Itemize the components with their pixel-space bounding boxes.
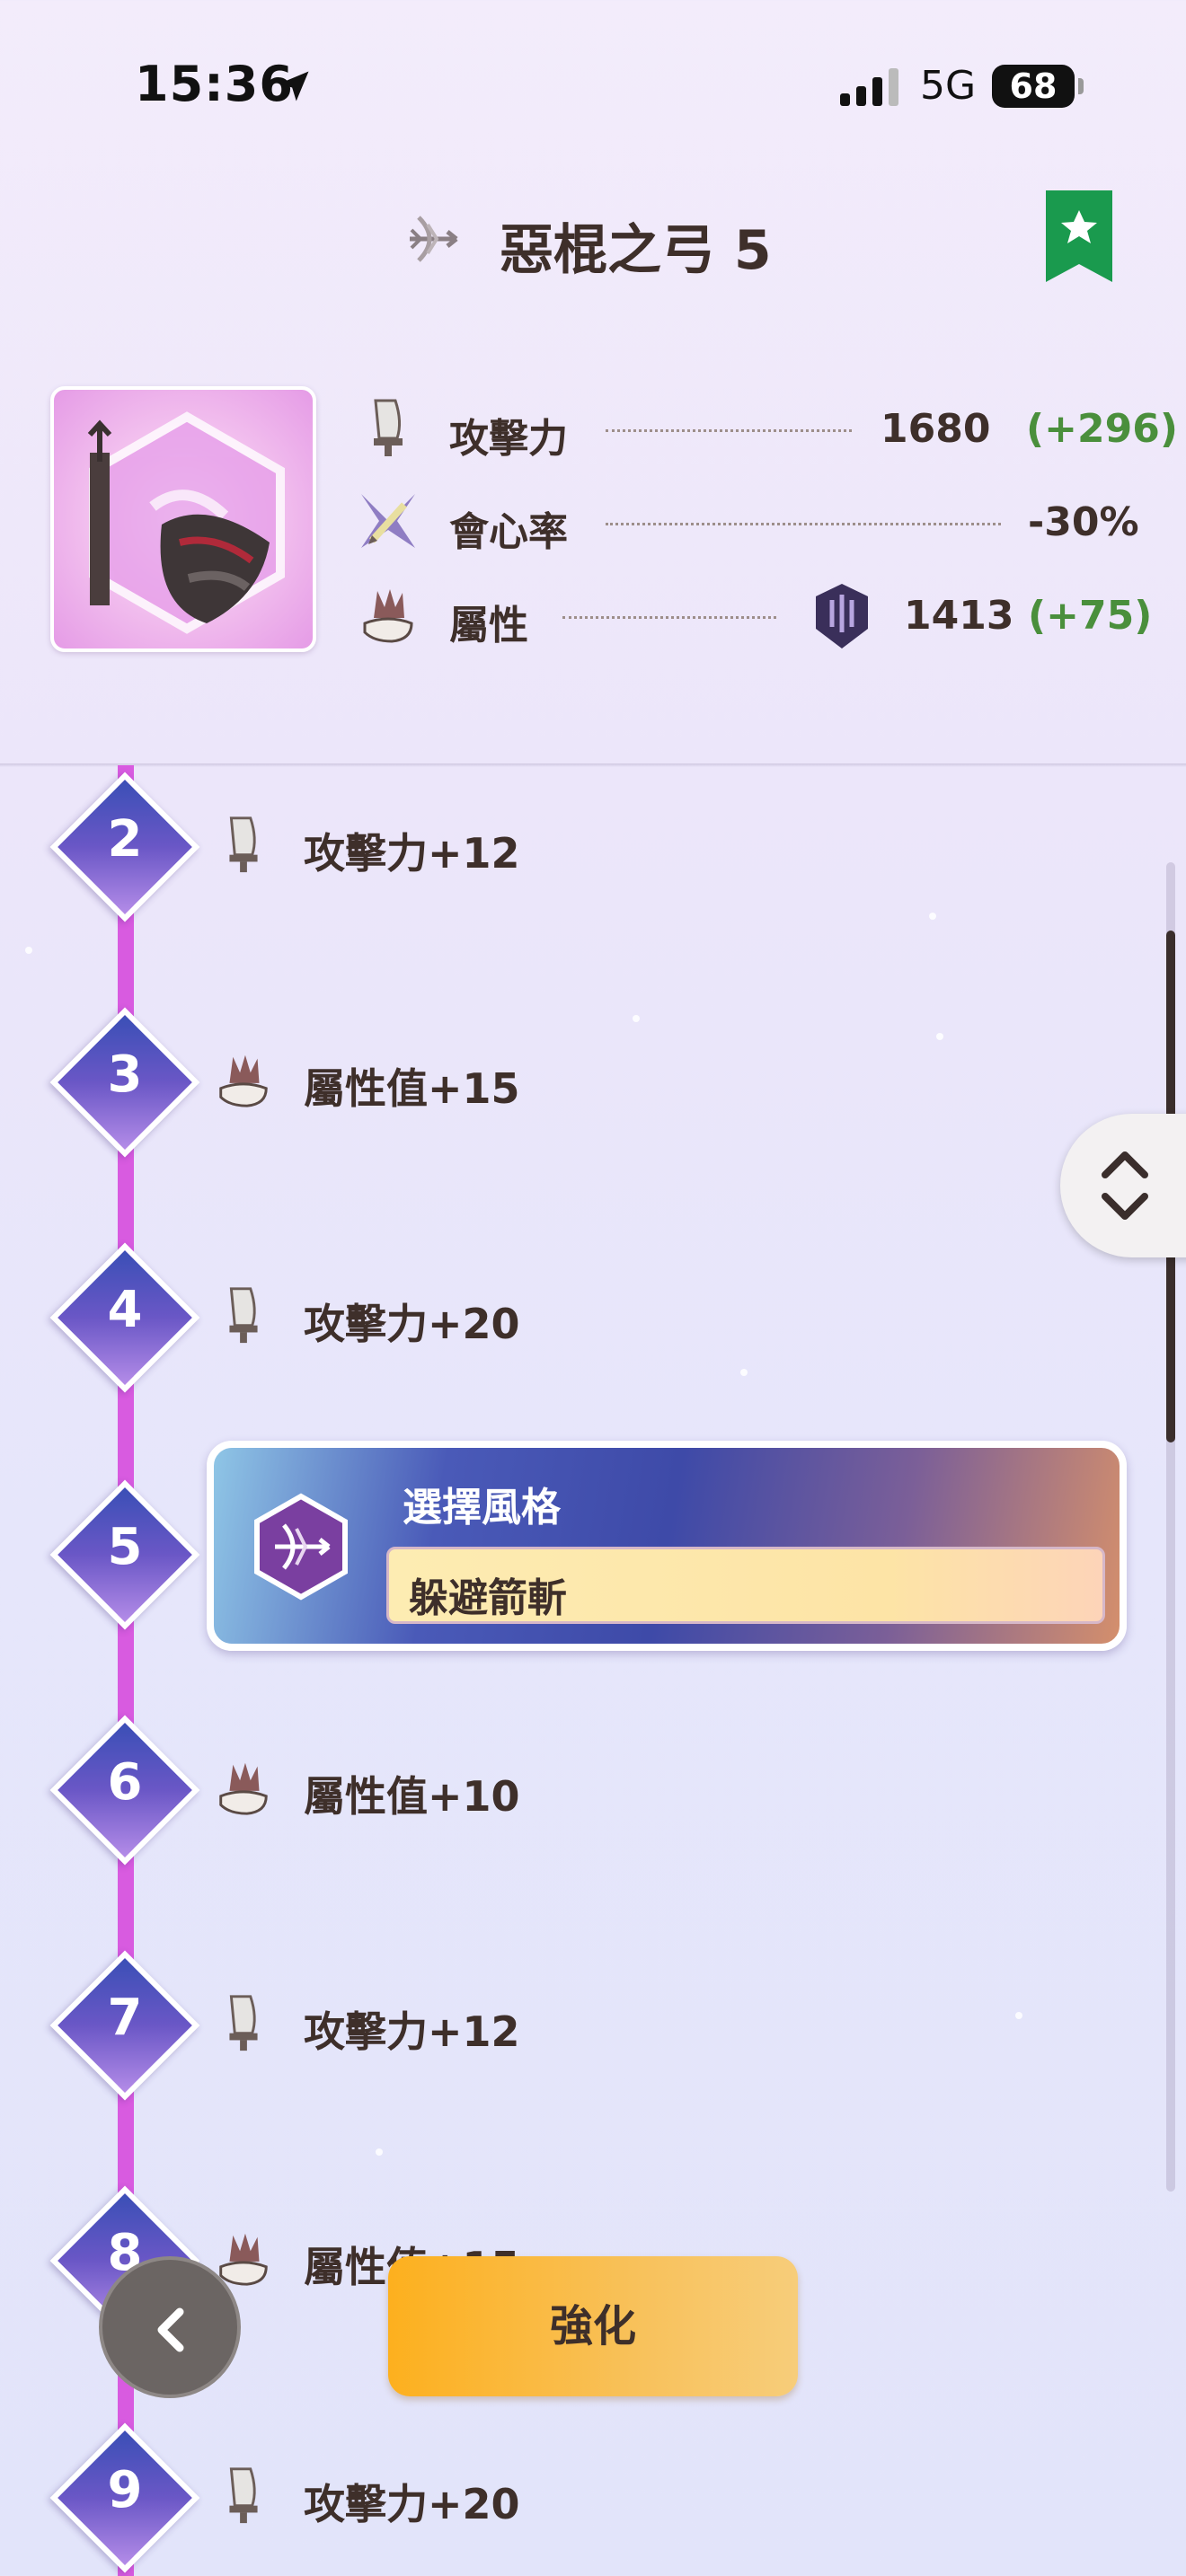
level-number: 2: [107, 810, 143, 869]
stat-affinity: 會心率 -30%: [0, 483, 1186, 555]
affinity-icon: [361, 494, 415, 548]
star-bookmark-icon[interactable]: [1046, 190, 1112, 282]
stat-attack-label: 攻擊力: [449, 416, 568, 462]
sparkle-decoration: [740, 1369, 748, 1376]
back-button[interactable]: [99, 2256, 241, 2398]
sparkle-decoration: [376, 2148, 383, 2156]
stat-element-label: 屬性: [449, 603, 528, 648]
level-number: 6: [107, 1753, 143, 1812]
element-claw-icon: [363, 589, 413, 643]
bow-style-icon: [254, 1493, 348, 1601]
sparkle-decoration: [936, 1033, 943, 1040]
sparkle-decoration: [25, 947, 32, 954]
sparkle-decoration: [1015, 2012, 1022, 2019]
timeline-node[interactable]: 9 攻擊力+20: [0, 2375, 520, 2576]
upgrade-text: 屬性值+10: [304, 1772, 520, 1821]
page-title: 惡棍之弓 5: [500, 219, 772, 282]
dotted-leader: [562, 616, 776, 619]
style-select-card[interactable]: 選擇風格 躲避箭斬: [207, 1441, 1127, 1651]
level-number: 3: [107, 1045, 143, 1104]
stat-attack-bonus: (+296): [1026, 406, 1178, 452]
enhance-button[interactable]: 強化: [388, 2256, 798, 2396]
timeline-node[interactable]: 6 屬性值+10: [0, 1667, 520, 1904]
timeline-node[interactable]: 7 攻擊力+12: [0, 1902, 520, 2139]
attack-blade-icon: [229, 1995, 258, 2051]
element-claw-icon: [219, 1054, 268, 1107]
battery-icon: 68: [992, 65, 1084, 108]
dotted-leader: [606, 429, 852, 432]
stat-element: 屬性 1413 (+75): [0, 577, 1186, 648]
upgrade-text: 攻擊力+20: [304, 2480, 520, 2528]
style-select-value: 躲避箭斬: [409, 1575, 567, 1621]
upgrade-text: 攻擊力+20: [304, 1300, 520, 1348]
style-select-field[interactable]: 躲避箭斬: [386, 1547, 1105, 1624]
stat-attack-value: 1680: [881, 406, 991, 452]
upgrade-text: 攻擊力+12: [304, 829, 520, 878]
stat-attack: 攻擊力 1680 (+296): [0, 390, 1186, 462]
attack-blade-icon: [229, 2467, 258, 2524]
level-number: 4: [107, 1281, 143, 1339]
attack-blade-icon: [229, 816, 258, 873]
attack-blade-icon: [229, 1287, 258, 1344]
upgrade-text: 攻擊力+12: [304, 2007, 520, 2056]
network-type: 5G: [920, 63, 977, 109]
status-time: 15:36: [135, 56, 294, 112]
sparkle-decoration: [929, 913, 936, 920]
level-number: 9: [107, 2461, 143, 2519]
element-claw-icon: [219, 1762, 268, 1815]
dotted-leader: [606, 523, 1001, 525]
stat-element-value: 1413: [904, 593, 1014, 639]
timeline-node[interactable]: 3 屬性值+15: [0, 959, 520, 1196]
timeline-node[interactable]: 4 攻擊力+20: [0, 1195, 520, 1432]
timeline-node[interactable]: 2 攻擊力+12: [0, 724, 520, 961]
dragon-element-icon: [816, 584, 868, 648]
level-number: 5: [107, 1518, 143, 1576]
chevron-up-down-icon: [1102, 1151, 1148, 1220]
cellular-signal-icon: [840, 68, 898, 106]
sparkle-decoration: [633, 1015, 640, 1022]
header: 惡棍之弓 5: [0, 198, 1186, 287]
scroll-jump-button[interactable]: [1060, 1114, 1186, 1257]
level-number: 7: [107, 1989, 143, 2047]
weapon-stats-panel: 攻擊力 1680 (+296) 會心率 -30% 屬性 1413 (+75): [0, 359, 1186, 763]
upgrade-text: 屬性值+15: [304, 1064, 520, 1113]
bow-icon: [410, 216, 458, 262]
chevron-left-icon: [157, 2307, 184, 2352]
stat-affinity-value: -30%: [1028, 499, 1139, 545]
stat-affinity-label: 會心率: [449, 509, 568, 555]
status-bar: 15:36 5G 68: [0, 0, 1186, 171]
location-arrow-icon: [279, 71, 309, 101]
attack-blade-icon: [374, 399, 403, 456]
style-select-title: 選擇風格: [403, 1485, 561, 1531]
stat-element-bonus: (+75): [1028, 593, 1153, 639]
